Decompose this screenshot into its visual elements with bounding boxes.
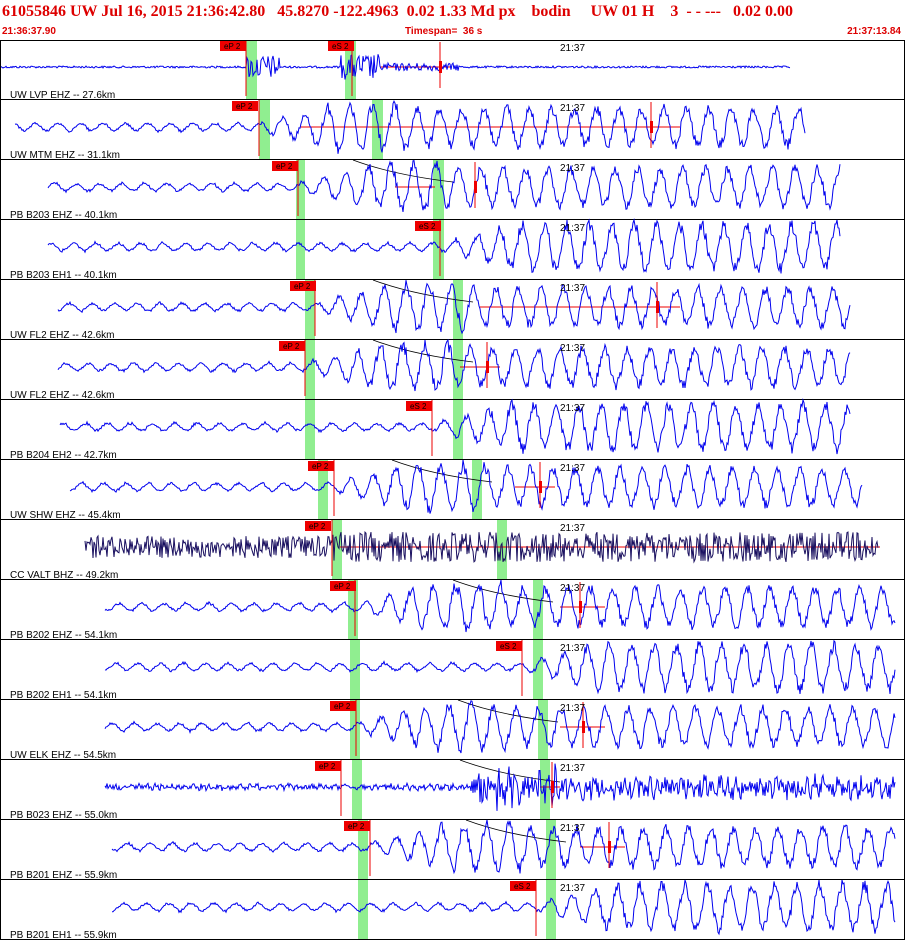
channel-row[interactable]: eP 2 21:37PB B023 EHZ -- 55.0km <box>0 759 905 821</box>
minute-tick-label: 21:37 <box>560 103 585 114</box>
channel-row[interactable]: eP 2 21:37UW SHW EHZ -- 45.4km <box>0 459 905 521</box>
channel-row[interactable]: eP 2 21:37CC VALT BHZ -- 49.2km <box>0 520 905 581</box>
amplitude-marker <box>439 61 442 73</box>
channel-row[interactable]: eS 2 21:37PB B202 EH1 -- 54.1km <box>0 639 905 701</box>
channel-label: PB B201 EH1 -- 55.9km <box>10 930 117 940</box>
minute-tick-label: 21:37 <box>560 883 585 894</box>
p-pick-label: eP 2 <box>348 822 365 831</box>
minute-tick-label: 21:37 <box>560 223 585 234</box>
s-pick-label: eS 2 <box>514 882 531 891</box>
minute-tick-label: 21:37 <box>560 643 585 654</box>
minute-tick-label: 21:37 <box>560 343 585 354</box>
amplitude-marker <box>656 301 659 313</box>
channel-row[interactable]: eS 2 21:37PB B204 EH2 -- 42.7km <box>0 398 905 461</box>
pick-window <box>296 220 305 280</box>
amplitude-marker <box>474 181 477 193</box>
p-pick-label: eP 2 <box>334 582 351 591</box>
s-pick-label: eS 2 <box>410 402 427 411</box>
p-pick-label: eP 2 <box>294 282 311 291</box>
minute-tick-label: 21:37 <box>560 523 585 534</box>
amplitude-marker <box>650 121 653 133</box>
s-pick-label: eS 2 <box>500 642 517 651</box>
channel-row[interactable]: eP 2 21:37UW ELK EHZ -- 54.5km <box>0 699 905 761</box>
amplitude-marker <box>608 841 611 853</box>
pick-window <box>540 760 550 820</box>
channel-row[interactable]: eP 2 21:37PB B203 EHZ -- 40.1km <box>0 159 905 221</box>
waveform-trace <box>104 700 896 754</box>
channel-row[interactable]: eP 2 21:37UW MTM EHZ -- 31.1km <box>0 99 905 161</box>
p-pick-label: eP 2 <box>236 102 253 111</box>
minute-tick-label: 21:37 <box>560 823 585 834</box>
pick-window <box>453 400 463 460</box>
p-pick-label: eP 2 <box>309 522 326 531</box>
p-pick-label: eP 2 <box>276 162 293 171</box>
amplitude-marker <box>551 781 554 793</box>
channel-row[interactable]: eP 2 21:37PB B202 EHZ -- 54.1km <box>0 579 905 641</box>
amplitude-marker <box>539 481 542 493</box>
amplitude-marker <box>582 721 585 733</box>
pick-window <box>246 40 257 100</box>
pick-window <box>538 700 548 760</box>
p-pick-label: eP 2 <box>312 462 329 471</box>
pick-window <box>533 580 543 640</box>
channel-row[interactable]: eP 2 eS 2 21:37UW LVP EHZ -- 27.6km <box>0 40 905 101</box>
minute-tick-label: 21:37 <box>560 43 585 54</box>
p-pick-label: eP 2 <box>283 342 300 351</box>
minute-tick-label: 21:37 <box>560 583 585 594</box>
p-pick-label: eP 2 <box>334 702 351 711</box>
pick-window <box>358 880 368 940</box>
window-header: 61055846 UW Jul 16, 2015 21:36:42.80 45.… <box>0 0 905 40</box>
minute-tick-label: 21:37 <box>560 283 585 294</box>
waveform-trace <box>111 819 896 875</box>
waveform-trace <box>104 579 896 633</box>
s-pick-label: eS 2 <box>419 222 436 231</box>
waveform-trace <box>69 459 863 514</box>
channel-row[interactable]: eS 2 21:37PB B203 EH1 -- 40.1km <box>0 218 905 281</box>
amplitude-marker <box>579 601 582 613</box>
p-pick-label: eP 2 <box>319 762 336 771</box>
minute-tick-label: 21:37 <box>560 463 585 474</box>
pick-window <box>305 340 315 400</box>
event-title: 61055846 UW Jul 16, 2015 21:36:42.80 45.… <box>2 3 793 20</box>
minute-tick-label: 21:37 <box>560 403 585 414</box>
minute-tick-label: 21:37 <box>560 703 585 714</box>
amplitude-marker <box>486 361 489 373</box>
pick-window <box>305 400 315 460</box>
p-pick-label: eP 2 <box>224 42 241 51</box>
channel-row[interactable]: eP 2 21:37PB B201 EHZ -- 55.9km <box>0 819 905 881</box>
channel-row[interactable]: eP 2 21:37UW FL2 EHZ -- 42.6km <box>0 339 905 401</box>
s-pick-label: eS 2 <box>332 42 349 51</box>
minute-tick-label: 21:37 <box>560 163 585 174</box>
end-time-label: 21:37:13.84 <box>847 26 901 37</box>
timespan-label: Timespan= 36 s <box>405 26 483 37</box>
waveform-trace <box>112 879 896 936</box>
pick-window <box>546 880 556 940</box>
pick-window <box>453 340 463 400</box>
seismogram-panel[interactable]: eP 2 eS 2 21:37UW LVP EHZ -- 27.6kmeP 2 21:… <box>0 40 905 940</box>
channel-row[interactable]: eS 2 21:37 PB B201 EH1 -- 55.9km <box>0 879 905 940</box>
channel-row[interactable]: eP 2 21:37UW FL2 EHZ -- 42.6km <box>0 279 905 341</box>
minute-tick-label: 21:37 <box>560 763 585 774</box>
waveform-trace <box>104 763 896 811</box>
start-time-label: 21:36:37.90 <box>2 26 56 37</box>
